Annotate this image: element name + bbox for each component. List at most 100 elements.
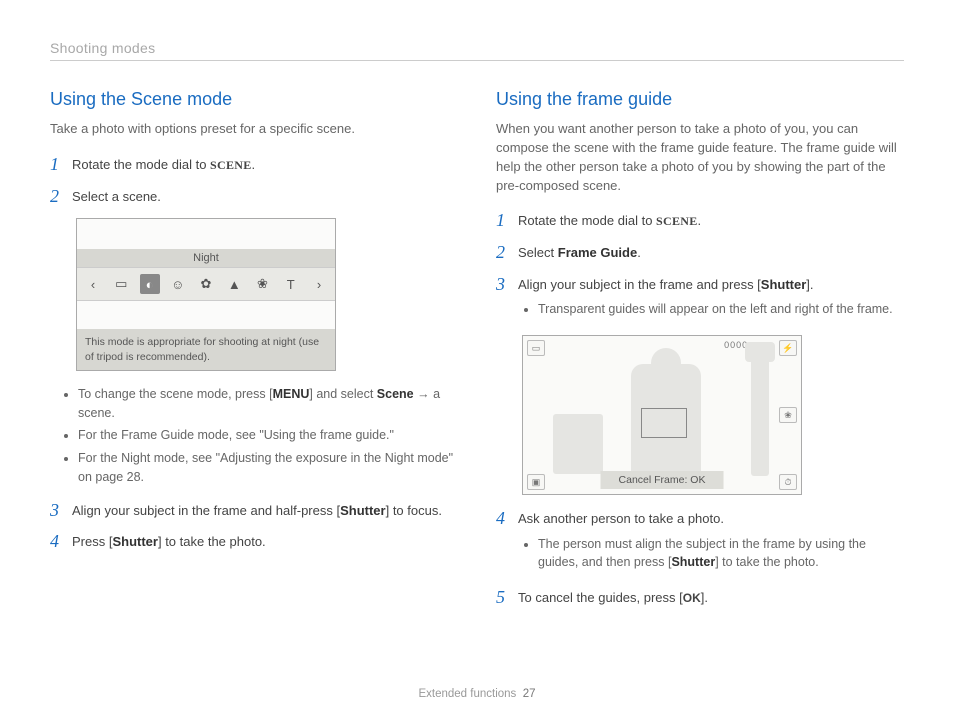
page-footer: Extended functions 27 xyxy=(0,688,954,700)
frame-step-1: 1 Rotate the mode dial to SCENE. xyxy=(496,211,904,231)
step-number: 3 xyxy=(496,275,508,295)
timer-icon: ⏱ xyxy=(779,474,797,490)
right-column: Using the frame guide When you want anot… xyxy=(496,89,904,620)
text: Rotate the mode dial to xyxy=(72,157,210,172)
step-text: Select Frame Guide. xyxy=(518,243,904,263)
screen-blank xyxy=(77,301,335,329)
shutter-label: Shutter xyxy=(112,534,158,549)
focus-box xyxy=(641,408,687,438)
macro-icon: ❀ xyxy=(779,407,797,423)
step-text: Align your subject in the frame and pres… xyxy=(518,275,904,323)
scene-name-band: Night xyxy=(77,249,335,267)
osd-left-column: ▭ ▣ xyxy=(527,340,547,490)
step-text: Select a scene. xyxy=(72,187,458,207)
frame-guide-screen: ▭ ▣ 0000 ▮ ▯▯ ⚡ ❀ ⏱ Cancel Frame: OK xyxy=(522,335,802,495)
scene-step-3: 3 Align your subject in the frame and ha… xyxy=(50,501,458,521)
text: ] and select xyxy=(309,387,376,401)
text-icon: T xyxy=(281,274,301,294)
scene-step-1: 1 Rotate the mode dial to SCENE. xyxy=(50,155,458,175)
landscape-icon: ▲ xyxy=(224,274,244,294)
silhouette xyxy=(751,344,769,476)
footer-section: Extended functions xyxy=(418,688,516,700)
text: ] to take the photo. xyxy=(715,555,819,569)
shutter-label: Shutter xyxy=(340,503,386,518)
section-header: Shooting modes xyxy=(50,40,904,61)
note-item: For the Night mode, see "Adjusting the e… xyxy=(78,449,458,487)
text: Select xyxy=(518,245,558,260)
nav-right-icon: › xyxy=(309,274,329,294)
step-text: To cancel the guides, press [OK]. xyxy=(518,588,904,608)
text: ]. xyxy=(806,277,813,292)
cancel-frame-label: Cancel Frame: OK xyxy=(601,471,724,489)
page-number: 27 xyxy=(523,688,536,700)
text: Ask another person to take a photo. xyxy=(518,511,724,526)
step-number: 2 xyxy=(50,187,62,207)
step-number: 1 xyxy=(50,155,62,175)
ok-label: OK xyxy=(683,591,701,605)
menu-label: MENU xyxy=(273,387,310,401)
scene-selector-screen: Night ‹ ▭ ◐ ☺ ✿ ▲ ❀ T › This mode is app… xyxy=(76,218,336,370)
frame-guide-intro: When you want another person to take a p… xyxy=(496,120,904,195)
scene-label: SCENE xyxy=(210,158,252,172)
closeup-icon: ❀ xyxy=(253,274,273,294)
text: ]. xyxy=(701,590,708,605)
text: To cancel the guides, press [ xyxy=(518,590,683,605)
text: Press [ xyxy=(72,534,112,549)
scene-notes: To change the scene mode, press [MENU] a… xyxy=(50,385,458,487)
note-item: For the Frame Guide mode, see "Using the… xyxy=(78,426,458,445)
scene-word: Scene xyxy=(377,387,414,401)
step-number: 1 xyxy=(496,211,508,231)
silhouette xyxy=(553,414,603,474)
frame-step-3: 3 Align your subject in the frame and pr… xyxy=(496,275,904,323)
mode-icon: ▣ xyxy=(527,474,545,490)
scene-step-2: 2 Select a scene. xyxy=(50,187,458,207)
text: Align your subject in the frame and half… xyxy=(72,503,340,518)
portrait-icon: ☺ xyxy=(168,274,188,294)
step-text: Press [Shutter] to take the photo. xyxy=(72,532,458,552)
note-item: The person must align the subject in the… xyxy=(538,535,904,573)
nav-left-icon: ‹ xyxy=(83,274,103,294)
frame-guide-label: Frame Guide xyxy=(558,245,637,260)
scene-icon-row: ‹ ▭ ◐ ☺ ✿ ▲ ❀ T › xyxy=(77,267,335,301)
step-text: Rotate the mode dial to SCENE. xyxy=(518,211,904,231)
scene-step-4: 4 Press [Shutter] to take the photo. xyxy=(50,532,458,552)
sub-notes: Transparent guides will appear on the le… xyxy=(518,300,904,319)
scene-label: SCENE xyxy=(656,214,698,228)
text: Align your subject in the frame and pres… xyxy=(518,277,761,292)
frame-guide-icon: ▭ xyxy=(111,274,131,294)
text: Rotate the mode dial to xyxy=(518,213,656,228)
step-text: Ask another person to take a photo. The … xyxy=(518,509,904,576)
shutter-label: Shutter xyxy=(761,277,807,292)
flash-icon: ⚡ xyxy=(779,340,797,356)
sub-notes: The person must align the subject in the… xyxy=(518,535,904,573)
step-number: 2 xyxy=(496,243,508,263)
step-number: 5 xyxy=(496,588,508,608)
scene-description: This mode is appropriate for shooting at… xyxy=(77,329,335,369)
content-columns: Using the Scene mode Take a photo with o… xyxy=(50,89,904,620)
left-column: Using the Scene mode Take a photo with o… xyxy=(50,89,458,620)
step-text: Align your subject in the frame and half… xyxy=(72,501,458,521)
text: . xyxy=(252,157,256,172)
text: To change the scene mode, press [ xyxy=(78,387,273,401)
text: ] to take the photo. xyxy=(158,534,266,549)
step-number: 4 xyxy=(50,532,62,552)
frame-step-4: 4 Ask another person to take a photo. Th… xyxy=(496,509,904,576)
shutter-label: Shutter xyxy=(671,555,715,569)
note-item: To change the scene mode, press [MENU] a… xyxy=(78,385,458,423)
text: ] to focus. xyxy=(386,503,442,518)
scene-mode-intro: Take a photo with options preset for a s… xyxy=(50,120,458,139)
screen-blank xyxy=(77,219,335,249)
frame-icon: ▭ xyxy=(527,340,545,356)
frame-guide-title: Using the frame guide xyxy=(496,89,904,110)
silhouette xyxy=(745,342,775,362)
text: . xyxy=(698,213,702,228)
children-icon: ✿ xyxy=(196,274,216,294)
step-text: Rotate the mode dial to SCENE. xyxy=(72,155,458,175)
note-item: Transparent guides will appear on the le… xyxy=(538,300,904,319)
step-number: 4 xyxy=(496,509,508,529)
scene-mode-title: Using the Scene mode xyxy=(50,89,458,110)
frame-step-5: 5 To cancel the guides, press [OK]. xyxy=(496,588,904,608)
osd-right-column: ⚡ ❀ ⏱ xyxy=(777,340,797,490)
frame-step-2: 2 Select Frame Guide. xyxy=(496,243,904,263)
night-icon: ◐ xyxy=(140,274,160,294)
